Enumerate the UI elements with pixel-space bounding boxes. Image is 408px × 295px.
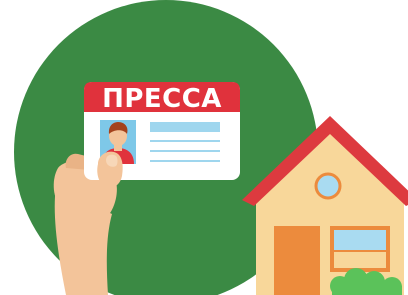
badge-info-line-3 [150,160,220,162]
round-window [314,172,342,200]
badge-info-bar [150,122,220,132]
badge-info-line-2 [150,150,220,152]
door [274,226,320,295]
press-illustration: ПРЕССА [14,0,408,295]
badge-title: ПРЕССА [102,84,222,114]
house-window-lower-glass [334,252,386,268]
badge-info-line-1 [150,140,220,142]
house-window-glass [334,230,386,250]
